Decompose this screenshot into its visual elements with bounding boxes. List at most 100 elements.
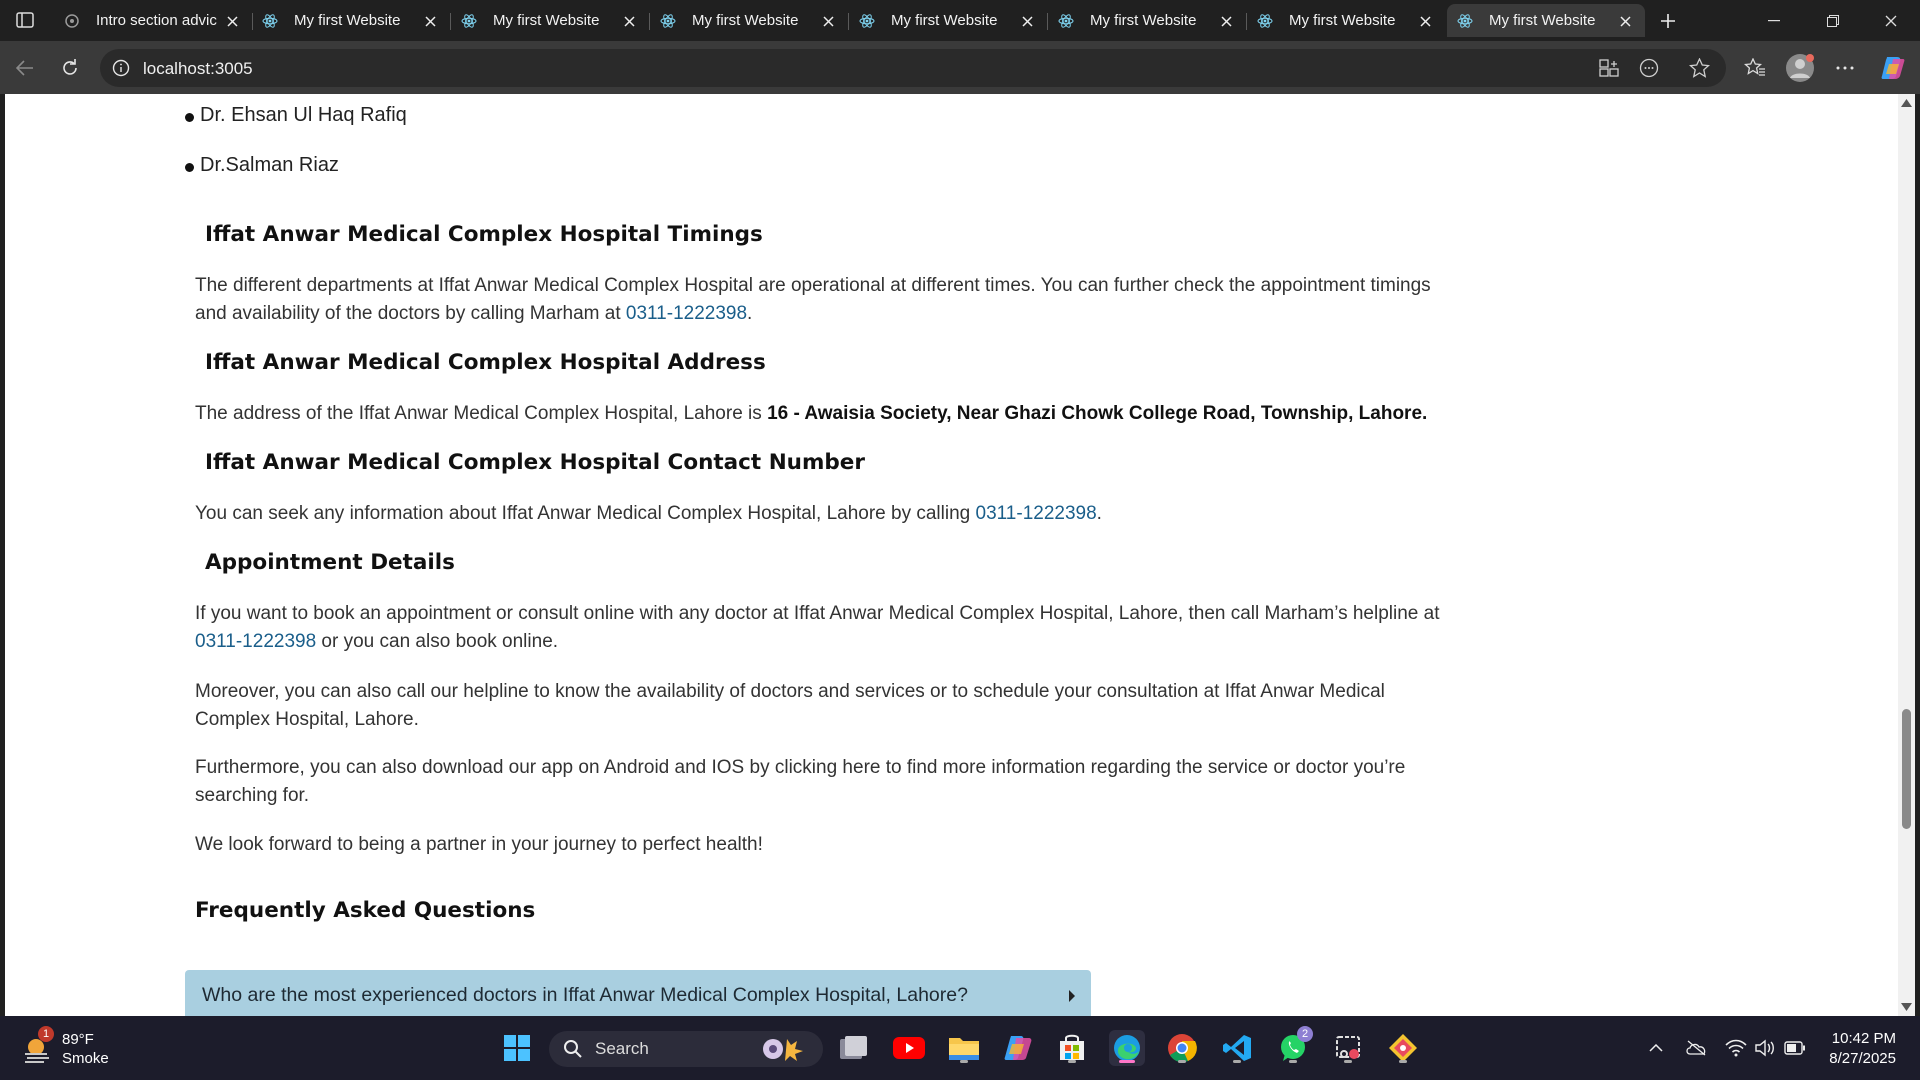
wifi-icon[interactable]	[1725, 1038, 1747, 1058]
volume-icon[interactable]	[1754, 1038, 1776, 1058]
close-icon[interactable]	[621, 13, 637, 29]
favorite-star-icon[interactable]	[1688, 57, 1711, 82]
url-text[interactable]: localhost:3005	[143, 59, 253, 79]
system-clock[interactable]: 10:42 PM 8/27/2025	[1829, 1029, 1896, 1069]
battery-icon[interactable]	[1784, 1038, 1806, 1058]
tab-7-active[interactable]: My first Website	[1447, 4, 1645, 37]
appointment-paragraph-2: Moreover, you can also call our helpline…	[195, 681, 1385, 730]
timings-paragraph: The different departments at Iffat Anwar…	[195, 275, 1431, 324]
address-heading: Iffat Anwar Medical Complex Hospital Add…	[205, 350, 766, 375]
tab-4[interactable]: My first Website	[849, 4, 1048, 37]
tab-1[interactable]: My first Website	[252, 4, 451, 37]
timings-phone-link[interactable]: 0311-1222398	[626, 303, 747, 324]
read-aloud-icon[interactable]	[1639, 58, 1659, 82]
tab-title: My first Website	[891, 12, 998, 29]
refresh-button[interactable]	[53, 51, 87, 85]
close-icon[interactable]	[1218, 13, 1234, 29]
scroll-down-icon[interactable]	[1901, 1002, 1912, 1012]
close-icon[interactable]	[1617, 13, 1633, 29]
tab-3[interactable]: My first Website	[650, 4, 849, 37]
doctor-name: Dr. Ehsan Ul Haq Rafiq	[200, 104, 407, 126]
close-window-button[interactable]	[1868, 0, 1914, 41]
contact-heading: Iffat Anwar Medical Complex Hospital Con…	[205, 450, 865, 475]
page-viewport: Dr. Ehsan Ul Haq Rafiq Dr.Salman Riaz If…	[5, 94, 1898, 1016]
appointment-paragraph-4: We look forward to being a partner in yo…	[195, 834, 763, 855]
restore-button[interactable]	[1810, 0, 1856, 41]
profile-avatar-icon[interactable]	[1783, 51, 1817, 85]
microsoft-store-icon[interactable]	[1054, 1030, 1090, 1066]
page-scrollbar[interactable]	[1898, 94, 1915, 1016]
appointment-heading: Appointment Details	[205, 550, 455, 575]
faq-question-text: Who are the most experienced doctors in …	[202, 983, 968, 1006]
tab-actions-icon[interactable]	[12, 8, 38, 32]
close-icon[interactable]	[820, 13, 836, 29]
weather-temp: 89°F	[62, 1031, 94, 1048]
more-options-icon[interactable]	[1828, 51, 1862, 85]
contact-paragraph: You can seek any information about Iffat…	[195, 503, 1102, 524]
react-favicon-icon	[461, 13, 477, 28]
tab-title: My first Website	[493, 12, 600, 29]
split-screen-icon[interactable]	[1599, 59, 1619, 81]
browser-toolbar: localhost:3005	[0, 41, 1920, 94]
site-info-icon[interactable]	[112, 59, 130, 81]
whatsapp-icon[interactable]: 2	[1275, 1026, 1313, 1066]
tab-6[interactable]: My first Website	[1247, 4, 1445, 37]
react-favicon-icon	[660, 13, 676, 28]
copilot-app-icon[interactable]	[1000, 1030, 1036, 1066]
react-favicon-icon	[1257, 13, 1273, 28]
weather-widget[interactable]: 1 89°F Smoke	[22, 1026, 109, 1068]
caret-right-icon	[1069, 990, 1075, 1002]
taskbar: 1 89°F Smoke Search 2 10:42 PM 8/27/2025	[0, 1016, 1920, 1080]
appointment-phone-link[interactable]: 0311-1222398	[195, 631, 316, 652]
taskbar-search[interactable]: Search	[549, 1031, 823, 1067]
react-favicon-icon	[1457, 13, 1473, 28]
scroll-up-icon[interactable]	[1901, 98, 1912, 108]
file-explorer-icon[interactable]	[946, 1030, 982, 1066]
weather-condition: Smoke	[62, 1050, 109, 1067]
edge-browser-icon[interactable]	[1109, 1030, 1145, 1066]
minimize-button[interactable]	[1751, 0, 1797, 41]
contact-phone-link[interactable]: 0311-1222398	[976, 503, 1097, 524]
tab-title: Intro section advic	[96, 12, 217, 29]
scrollbar-thumb[interactable]	[1902, 709, 1911, 829]
new-tab-button[interactable]	[1654, 7, 1682, 35]
tab-0[interactable]: Intro section advic	[54, 4, 253, 37]
faq-question[interactable]: Who are the most experienced doctors in …	[185, 970, 1091, 1016]
whatsapp-badge: 2	[1297, 1026, 1313, 1042]
show-hidden-icons-icon[interactable]	[1645, 1038, 1667, 1058]
loading-favicon-icon	[65, 13, 79, 28]
tab-strip: Intro section advic My first Website My …	[0, 0, 1920, 41]
search-highlight-icon	[763, 1039, 803, 1061]
doctor-list-item: Dr. Ehsan Ul Haq Rafiq	[185, 104, 407, 127]
appointment-paragraph-1: If you want to book an appointment or co…	[195, 603, 1440, 652]
faq-title: Frequently Asked Questions	[195, 898, 536, 923]
search-label: Search	[595, 1039, 649, 1058]
react-favicon-icon	[859, 13, 875, 28]
close-icon[interactable]	[1019, 13, 1035, 29]
chrome-icon[interactable]	[1164, 1030, 1200, 1066]
task-view-icon[interactable]	[836, 1030, 872, 1066]
weather-badge: 1	[38, 1026, 54, 1042]
tab-2[interactable]: My first Website	[451, 4, 650, 37]
close-icon[interactable]	[422, 13, 438, 29]
snipping-tool-icon[interactable]	[1330, 1030, 1366, 1066]
git-app-icon[interactable]	[1385, 1030, 1421, 1066]
close-icon[interactable]	[224, 13, 240, 29]
onedrive-offline-icon[interactable]	[1685, 1038, 1707, 1058]
react-favicon-icon	[1058, 13, 1074, 28]
copilot-icon[interactable]	[1876, 51, 1910, 85]
start-windows-icon[interactable]	[499, 1030, 535, 1066]
close-icon[interactable]	[1417, 13, 1433, 29]
vscode-icon[interactable]	[1219, 1030, 1255, 1066]
tab-5[interactable]: My first Website	[1048, 4, 1247, 37]
back-button[interactable]	[8, 51, 42, 85]
youtube-icon[interactable]	[891, 1030, 927, 1066]
address-bar[interactable]: localhost:3005	[100, 49, 1726, 87]
react-favicon-icon	[262, 13, 278, 28]
favorites-icon[interactable]	[1738, 51, 1772, 85]
tab-title: My first Website	[692, 12, 799, 29]
tab-title: My first Website	[1489, 12, 1596, 29]
address-paragraph: The address of the Iffat Anwar Medical C…	[195, 403, 1428, 424]
doctor-name: Dr.Salman Riaz	[200, 154, 339, 176]
clock-time: 10:42 PM	[1831, 1030, 1896, 1047]
